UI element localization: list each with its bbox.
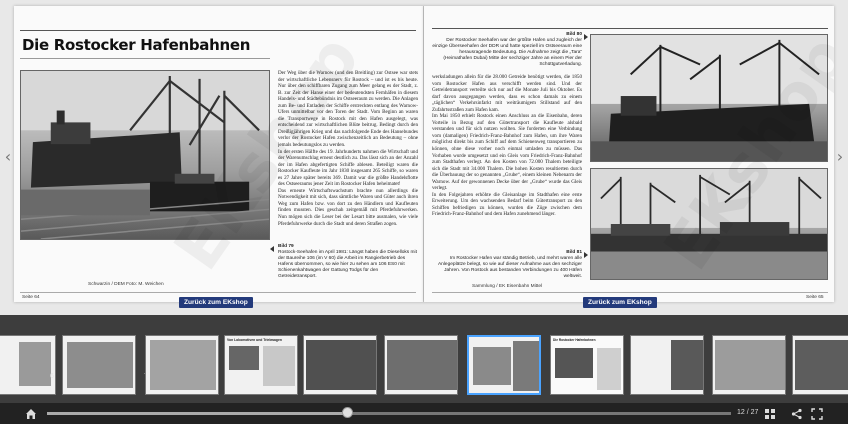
thumbnail-page-11[interactable] bbox=[384, 335, 458, 395]
thumbnail-page-16[interactable] bbox=[792, 335, 848, 395]
thumbnail-page-12[interactable] bbox=[467, 335, 541, 395]
page-number-right: Seite 65 bbox=[806, 295, 824, 300]
thumbnail-page-15[interactable] bbox=[712, 335, 786, 395]
thumbnail-page-10[interactable] bbox=[303, 335, 377, 395]
left-page[interactable]: Die Rostocker Hafenbahnen Bild 79 Rostoc… bbox=[14, 6, 424, 302]
thumbnail-page-14[interactable] bbox=[630, 335, 704, 395]
thumbnail-title: Von Lokomotiven und Triebwagen bbox=[227, 338, 282, 342]
right-page[interactable]: Bild 80 Der Rostocker Seehafen war der g… bbox=[424, 6, 834, 302]
thumbnail-page-7[interactable] bbox=[62, 335, 136, 395]
thumbnail-page-9[interactable]: Von Lokomotiven und Triebwagen bbox=[224, 335, 298, 395]
title-underline bbox=[20, 58, 270, 59]
photo-credit: Schwarzin / DEM Foto: M. Weichen bbox=[88, 282, 164, 287]
top-rule bbox=[20, 30, 416, 31]
caption-pointer-icon bbox=[584, 252, 588, 258]
back-to-shop-button-left[interactable]: Zurück zum EKshop bbox=[179, 297, 253, 308]
page-title: Die Rostocker Hafenbahnen bbox=[22, 36, 251, 54]
thumbnail-page-6[interactable] bbox=[0, 335, 56, 395]
crane-ship-photo bbox=[590, 34, 828, 162]
caption-text-bottom: Im Rostocker Hafen war ständig Betrieb, … bbox=[437, 256, 582, 279]
page-number-left: Seite 64 bbox=[22, 295, 40, 300]
previous-page-arrow-icon[interactable]: ‹ bbox=[2, 148, 14, 166]
caption-bild-81: Bild 81 Im Rostocker Hafen war ständig B… bbox=[432, 250, 582, 280]
harbor-berths-photo bbox=[590, 168, 828, 280]
top-rule-right bbox=[432, 28, 828, 29]
progress-fill bbox=[47, 412, 348, 415]
thumbnail-bar: 6 7 8 Von Lokomotiven und Triebwagen 9 bbox=[0, 315, 848, 424]
flipbook-viewer: ‹ › Die Rostocker Hafenbahnen Bild 79 Ro… bbox=[0, 0, 848, 424]
thumbnail-label-6[interactable]: 6 bbox=[50, 373, 54, 380]
footer-rule bbox=[20, 292, 416, 293]
back-to-shop-button-right[interactable]: Zurück zum EKshop bbox=[583, 297, 657, 308]
book-stage: ‹ › Die Rostocker Hafenbahnen Bild 79 Ro… bbox=[0, 0, 848, 315]
footer-rule-right bbox=[432, 292, 828, 293]
body-text-column-right: werksladungen allein für die 28.000 Getr… bbox=[432, 74, 582, 218]
control-bar: 12 / 27 bbox=[0, 403, 848, 424]
fullscreen-icon[interactable] bbox=[810, 407, 824, 421]
thumbnail-page-13[interactable]: Die Rostocker Hafenbahnen bbox=[550, 335, 624, 395]
caption-pointer-icon bbox=[584, 34, 588, 40]
caption-bild-79: Bild 79 Rostock-Seehafen im April 1981: … bbox=[278, 244, 418, 280]
caption-bild-80: Bild 80 Der Rostocker Seehafen war der g… bbox=[432, 32, 582, 68]
caption-text-top: Der Rostocker Seehafen war der größte Ha… bbox=[432, 38, 582, 67]
thumbnail-title: Die Rostocker Hafenbahnen bbox=[553, 338, 596, 342]
thumbnail-page-8[interactable] bbox=[145, 335, 219, 395]
body-text-column: Der Weg über die Warnow (und den Breitli… bbox=[278, 70, 418, 227]
progress-slider-handle[interactable] bbox=[341, 407, 353, 418]
caption-pointer-icon bbox=[270, 246, 274, 252]
share-icon[interactable] bbox=[790, 407, 804, 421]
page-progress-slider[interactable] bbox=[47, 412, 731, 415]
next-page-arrow-icon[interactable]: › bbox=[834, 148, 846, 166]
thumbnail-strip[interactable]: 6 7 8 Von Lokomotiven und Triebwagen 9 bbox=[0, 323, 848, 395]
photo-credit-right: Sammlung / EK Eisenbahn Mittel bbox=[472, 284, 543, 289]
harbor-train-photo bbox=[20, 70, 270, 240]
home-icon[interactable] bbox=[24, 407, 38, 421]
page-counter: 12 / 27 bbox=[737, 409, 759, 416]
grid-view-icon[interactable] bbox=[763, 407, 777, 421]
caption-text: Rostock-Seehafen im April 1981: Längst h… bbox=[278, 250, 417, 279]
